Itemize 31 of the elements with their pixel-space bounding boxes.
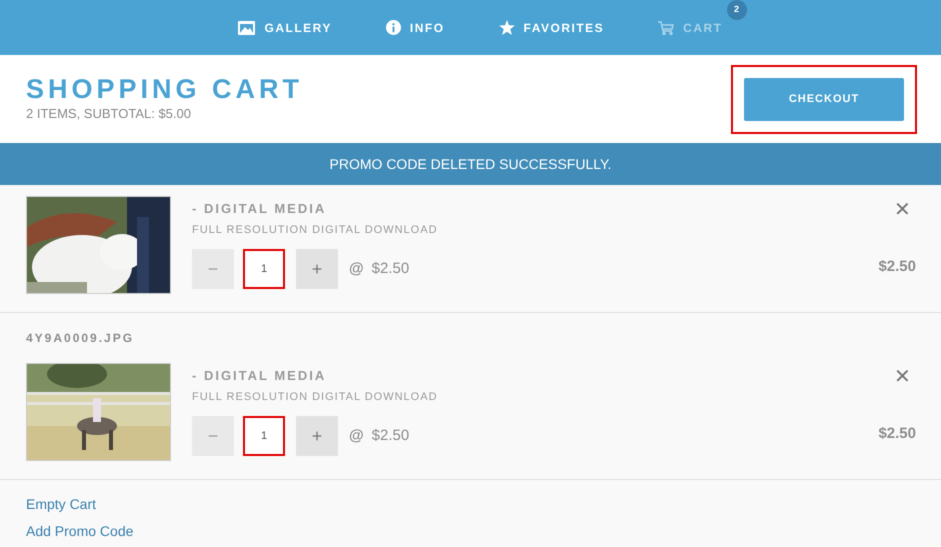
count-badge: 2 [726,0,746,20]
image-icon [238,20,256,34]
quantity-field[interactable]: 1 [243,249,285,289]
close-button[interactable]: ✕ [894,200,911,220]
file-name: 4Y9A0009.JPG [26,330,136,347]
quantity-field[interactable]: 1 [243,416,285,456]
notice-banner: PROMO CODE DELETED SUCCESSFULLY. [0,143,941,185]
text-link[interactable]: Add Promo Code [26,521,134,542]
checkout-button[interactable]: CHECKOUT [744,78,904,120]
star-icon [498,20,515,35]
text-link[interactable]: Empty Cart [26,494,96,515]
at-symbol: @ [349,258,364,279]
page-title: SHOPPING CART [26,74,304,104]
line-total: $2.50 [878,424,916,444]
increment-button[interactable]: + [296,249,338,289]
at-symbol: @ [349,426,364,446]
product-description: FULL RESOLUTION DIGITAL DOWNLOAD [192,390,439,404]
unit-price: $2.50 [372,426,410,446]
nav-link[interactable]: INFO [386,18,445,36]
info-icon [386,20,401,35]
cart-summary: 2 ITEMS, SUBTOTAL: $5.00 [26,105,192,124]
nav-link[interactable]: FAVORITES [498,18,604,36]
cart-icon [658,20,674,34]
unit-price: $2.50 [372,258,410,279]
nav-link[interactable]: GALLERY [238,18,332,36]
line-total: $2.50 [878,256,916,276]
close-button[interactable]: ✕ [894,367,911,387]
product-name: - DIGITAL MEDIA [192,367,328,385]
product-name: - DIGITAL MEDIA [192,200,328,218]
increment-button[interactable]: + [296,416,338,456]
product-description: FULL RESOLUTION DIGITAL DOWNLOAD [192,222,439,238]
